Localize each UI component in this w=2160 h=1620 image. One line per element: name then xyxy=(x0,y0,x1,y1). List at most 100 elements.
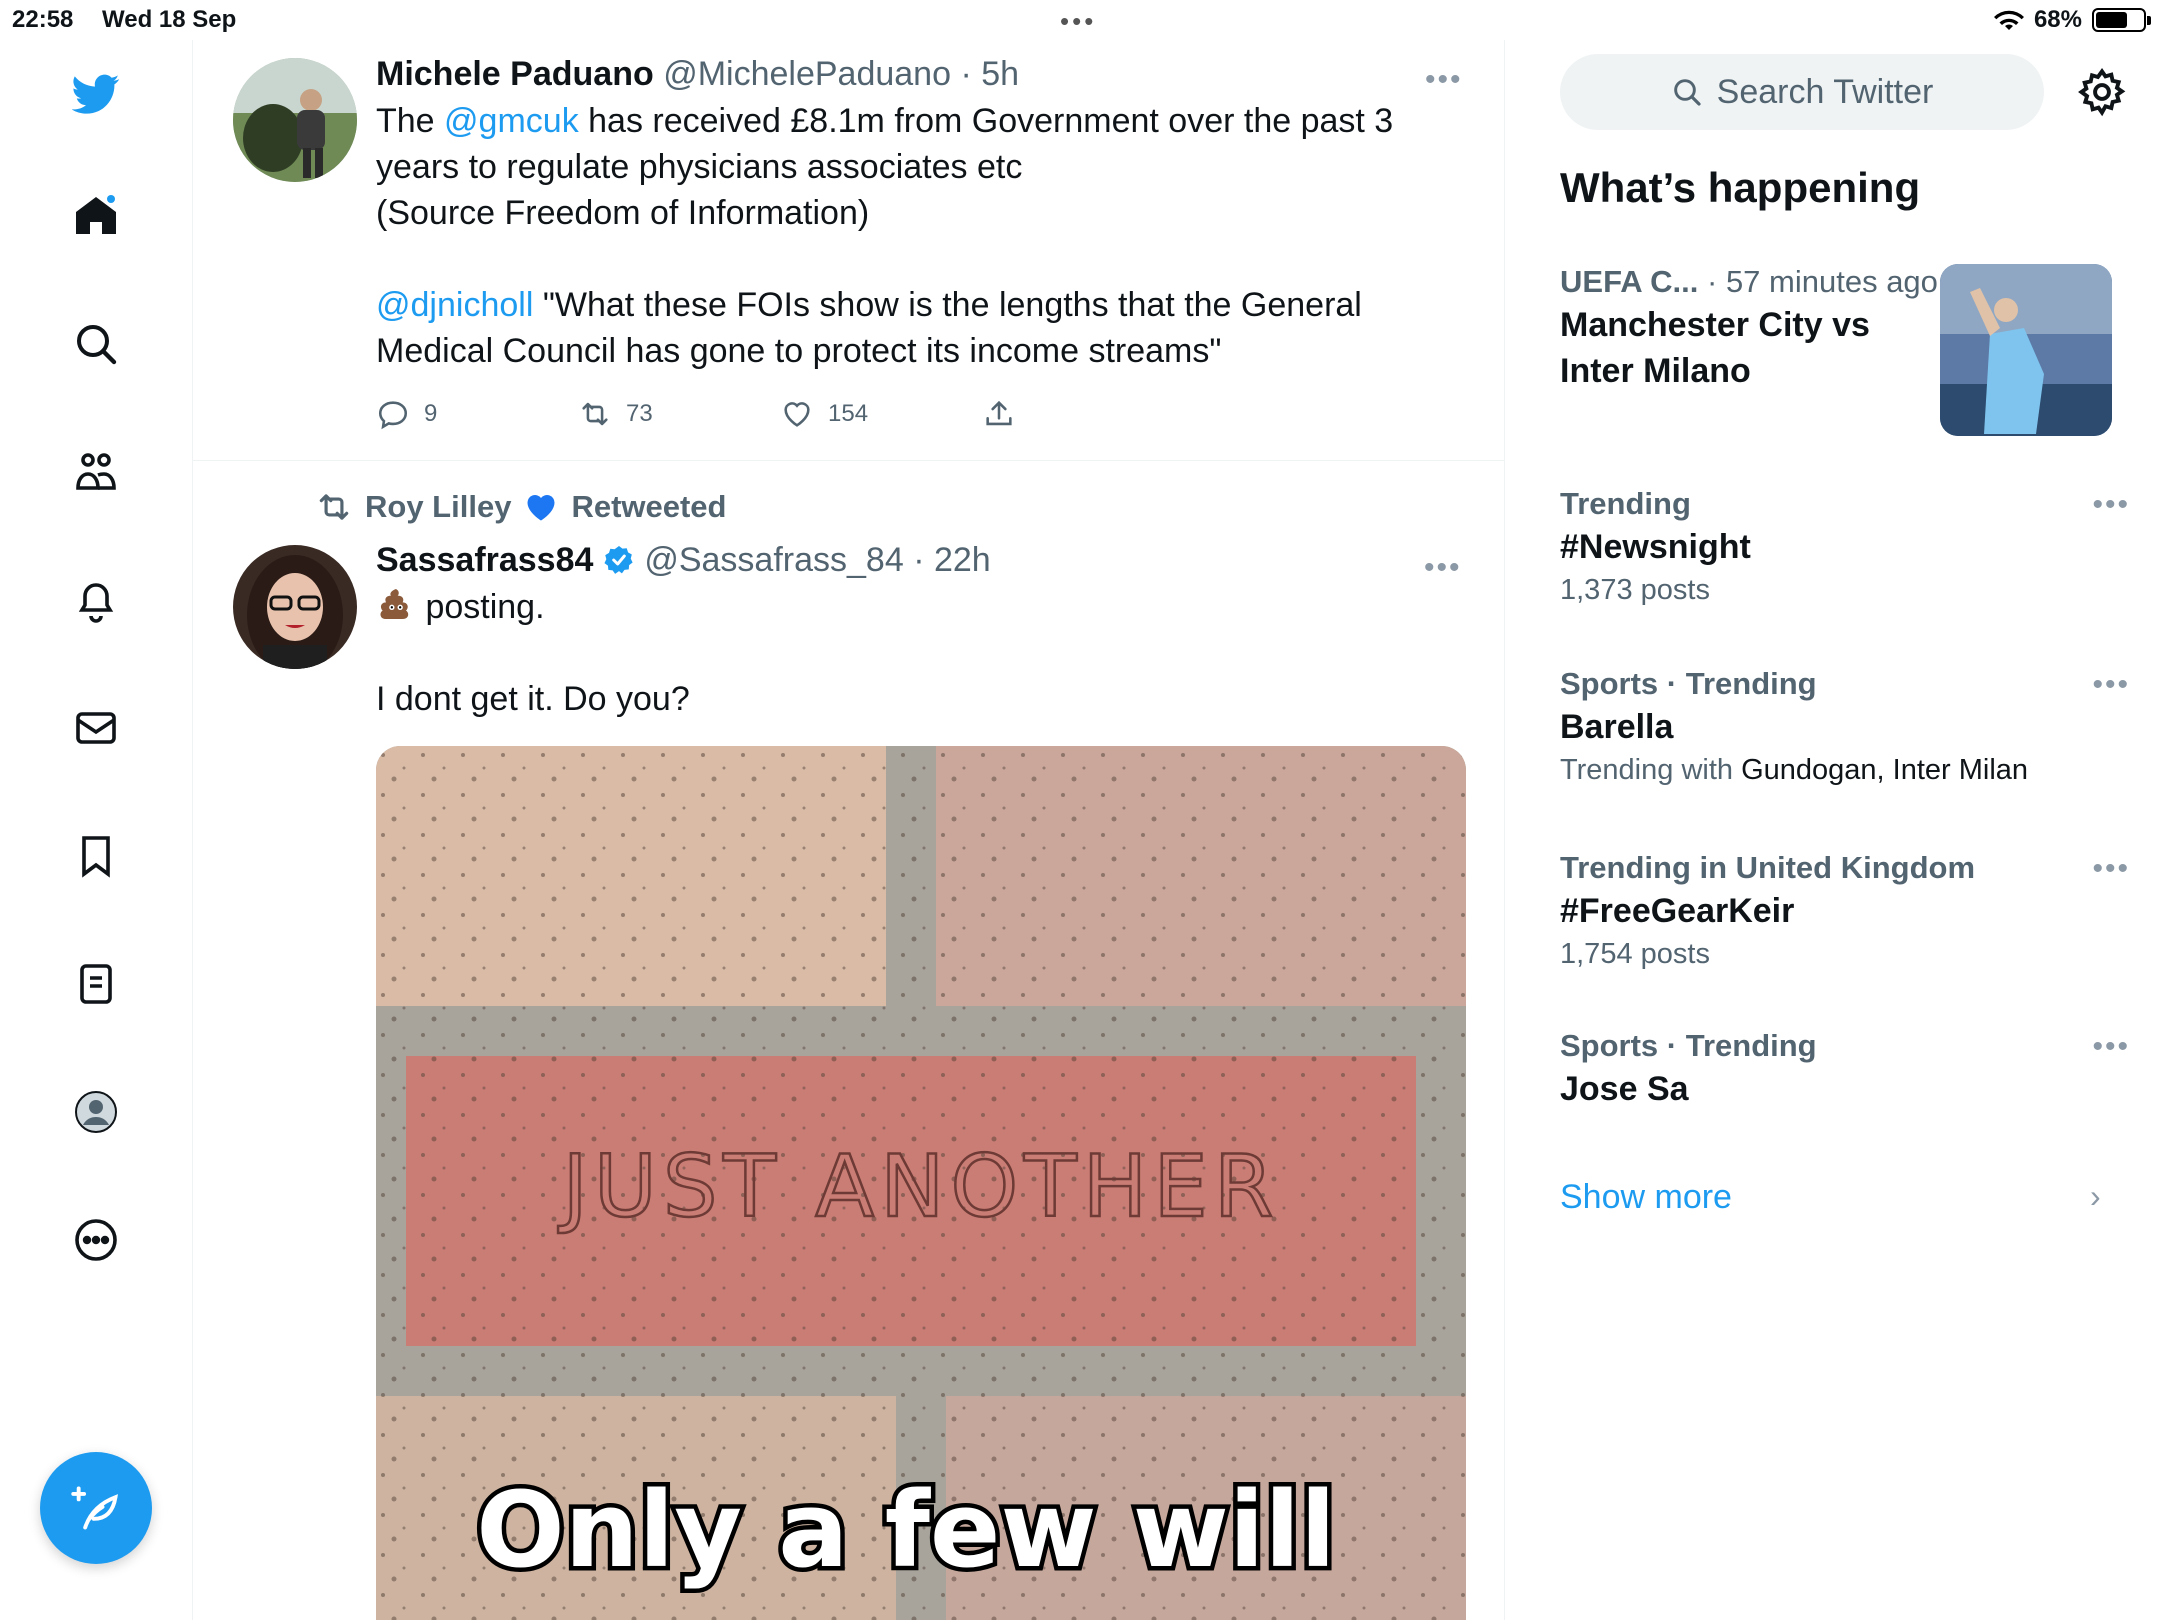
retweet-button[interactable]: 73 xyxy=(578,397,780,431)
timeline: Michele Paduano @MichelePaduano · 5h The… xyxy=(193,40,1505,1620)
retweet-icon xyxy=(319,494,349,520)
trend-more-icon[interactable]: ••• xyxy=(2092,488,2130,522)
trend-thumbnail-image[interactable] xyxy=(1940,264,2112,436)
trend-more-icon[interactable]: ••• xyxy=(2092,852,2130,886)
notifications-icon[interactable] xyxy=(64,568,128,632)
wifi-icon xyxy=(1993,10,2024,30)
retweeted-by[interactable]: Roy Lilley Retweeted xyxy=(315,488,726,526)
twitter-logo-icon[interactable] xyxy=(64,62,128,126)
compose-feather-icon xyxy=(71,1486,118,1530)
trend-item[interactable]: Sports · Trending Jose Sa ••• xyxy=(1560,1026,2130,1112)
home-icon[interactable] xyxy=(64,184,128,248)
bookmarks-icon[interactable] xyxy=(64,824,128,888)
search-input[interactable]: Search Twitter xyxy=(1560,54,2044,130)
show-more-link[interactable]: Show more xyxy=(1560,1178,1732,1217)
trend-category: UEFA C... xyxy=(1560,264,1699,299)
avatar[interactable] xyxy=(233,58,357,182)
share-button[interactable] xyxy=(982,397,1184,431)
tweet-more-icon[interactable]: ••• xyxy=(1424,553,1464,583)
tweet-time[interactable]: 5h xyxy=(981,55,1019,93)
whats-happening-title: What’s happening xyxy=(1560,164,1921,211)
right-sidebar: Search Twitter What’s happening UEFA C..… xyxy=(1506,40,2160,1620)
tweet-text: The @gmcuk has received £8.1m from Gover… xyxy=(376,98,1416,374)
tweet-text-segment: The xyxy=(376,102,445,140)
trend-item[interactable]: Sports · Trending Barella Trending with … xyxy=(1560,664,2130,790)
trend-category: Trending in United Kingdom xyxy=(1560,850,1976,885)
battery-icon xyxy=(2092,8,2151,32)
status-time: 22:58 xyxy=(12,6,74,33)
blue-heart-icon xyxy=(527,495,555,521)
trend-category: Sports · Trending xyxy=(1560,1028,1817,1063)
tweet-time[interactable]: 22h xyxy=(934,541,991,579)
tweet-text-segment: has received £8.1m from Government over … xyxy=(578,102,1394,140)
lists-icon[interactable] xyxy=(64,952,128,1016)
tweet-text-segment: posting. xyxy=(425,588,545,626)
battery-percent: 68% xyxy=(2033,6,2082,33)
trend-time: 57 minutes ago xyxy=(1725,264,1938,299)
trend-post-count: 1,754 posts xyxy=(1560,938,1710,970)
separator-dot: · xyxy=(951,55,982,93)
reply-icon xyxy=(378,401,408,430)
trend-name: Barella xyxy=(1560,708,1674,746)
status-indicators: 68% xyxy=(1993,6,2151,34)
share-icon xyxy=(986,400,1012,426)
author-handle[interactable]: @MichelePaduano xyxy=(663,55,951,93)
tweet-text-line: I dont get it. Do you? xyxy=(376,680,690,718)
avatar[interactable] xyxy=(233,545,357,669)
tweet-header: Michele Paduano @MichelePaduano · 5h xyxy=(376,52,1416,96)
tweet-text-segment: "What these FOIs show is the lengths tha… xyxy=(533,286,1362,324)
search-placeholder: Search Twitter xyxy=(1716,72,1934,111)
profile-icon[interactable] xyxy=(64,1080,128,1144)
mention-link[interactable]: @djnicholl xyxy=(376,286,533,324)
author-handle[interactable]: @Sassafrass_84 xyxy=(644,541,903,579)
tweet-text-line: years to regulate physicians associates … xyxy=(376,148,1023,186)
compose-tweet-button[interactable] xyxy=(40,1452,152,1564)
settings-gear-icon[interactable] xyxy=(2076,66,2128,118)
tweet-media-image[interactable]: JUST ANOTHER Only a few will xyxy=(376,746,1466,1620)
heart-icon xyxy=(784,402,810,427)
trend-name: Jose Sa xyxy=(1560,1070,1689,1108)
trend-category: Sports · Trending xyxy=(1560,666,1817,701)
like-button[interactable]: 154 xyxy=(780,397,982,431)
trend-name: #Newsnight xyxy=(1560,528,1751,566)
tweet-actions: 9 73 154 xyxy=(376,394,1416,434)
status-bar: 22:58 Wed 18 Sep ••• 68% xyxy=(0,0,2160,40)
poop-emoji-icon xyxy=(380,589,409,619)
multitasking-dots-icon[interactable]: ••• xyxy=(1060,6,1096,37)
chevron-right-icon: › xyxy=(2090,1178,2101,1214)
tweet-text-line xyxy=(376,236,1416,282)
tweet-text-line xyxy=(376,630,1416,676)
author-name[interactable]: Michele Paduano xyxy=(376,55,654,93)
trend-more-icon[interactable]: ••• xyxy=(2092,1030,2130,1064)
tweet-header: Sassafrass84 @Sassafrass_84 · 22h xyxy=(376,538,1416,582)
left-nav xyxy=(0,40,193,1620)
communities-icon[interactable] xyxy=(64,440,128,504)
more-icon[interactable] xyxy=(64,1208,128,1272)
retweet-count: 73 xyxy=(626,400,653,427)
messages-icon[interactable] xyxy=(64,696,128,760)
trend-with-value: Gundogan, Inter Milan xyxy=(1741,754,2029,786)
trend-category: Trending xyxy=(1560,486,1691,521)
mention-link[interactable]: @gmcuk xyxy=(444,102,579,140)
like-count: 154 xyxy=(828,400,869,427)
trend-post-count: 1,373 posts xyxy=(1560,574,1710,606)
media-caption-text: Only a few will xyxy=(476,1469,1336,1591)
media-brick-text: JUST ANOTHER xyxy=(558,1137,1280,1237)
separator-dot: · xyxy=(903,541,934,579)
verified-badge-icon xyxy=(604,546,633,574)
search-icon[interactable] xyxy=(64,312,128,376)
trend-item[interactable]: Trending #Newsnight 1,373 posts ••• xyxy=(1560,484,2130,610)
trend-with-label: Trending with xyxy=(1560,754,1734,786)
status-date: Wed 18 Sep xyxy=(102,6,237,33)
tweet-text-line: (Source Freedom of Information) xyxy=(376,194,870,232)
reply-count: 9 xyxy=(424,400,438,427)
author-name[interactable]: Sassafrass84 xyxy=(376,541,593,579)
reply-button[interactable]: 9 xyxy=(376,397,578,431)
tweet-text-line: Medical Council has gone to protect its … xyxy=(376,332,1222,370)
trend-item[interactable]: Trending in United Kingdom #FreeGearKeir… xyxy=(1560,848,2130,974)
retweet-icon xyxy=(582,402,608,426)
retweeter-name[interactable]: Roy Lilley xyxy=(365,489,511,525)
trend-more-icon[interactable]: ••• xyxy=(2092,668,2130,702)
tweet-more-icon[interactable]: ••• xyxy=(1425,65,1465,95)
retweeted-label: Retweeted xyxy=(571,489,727,524)
